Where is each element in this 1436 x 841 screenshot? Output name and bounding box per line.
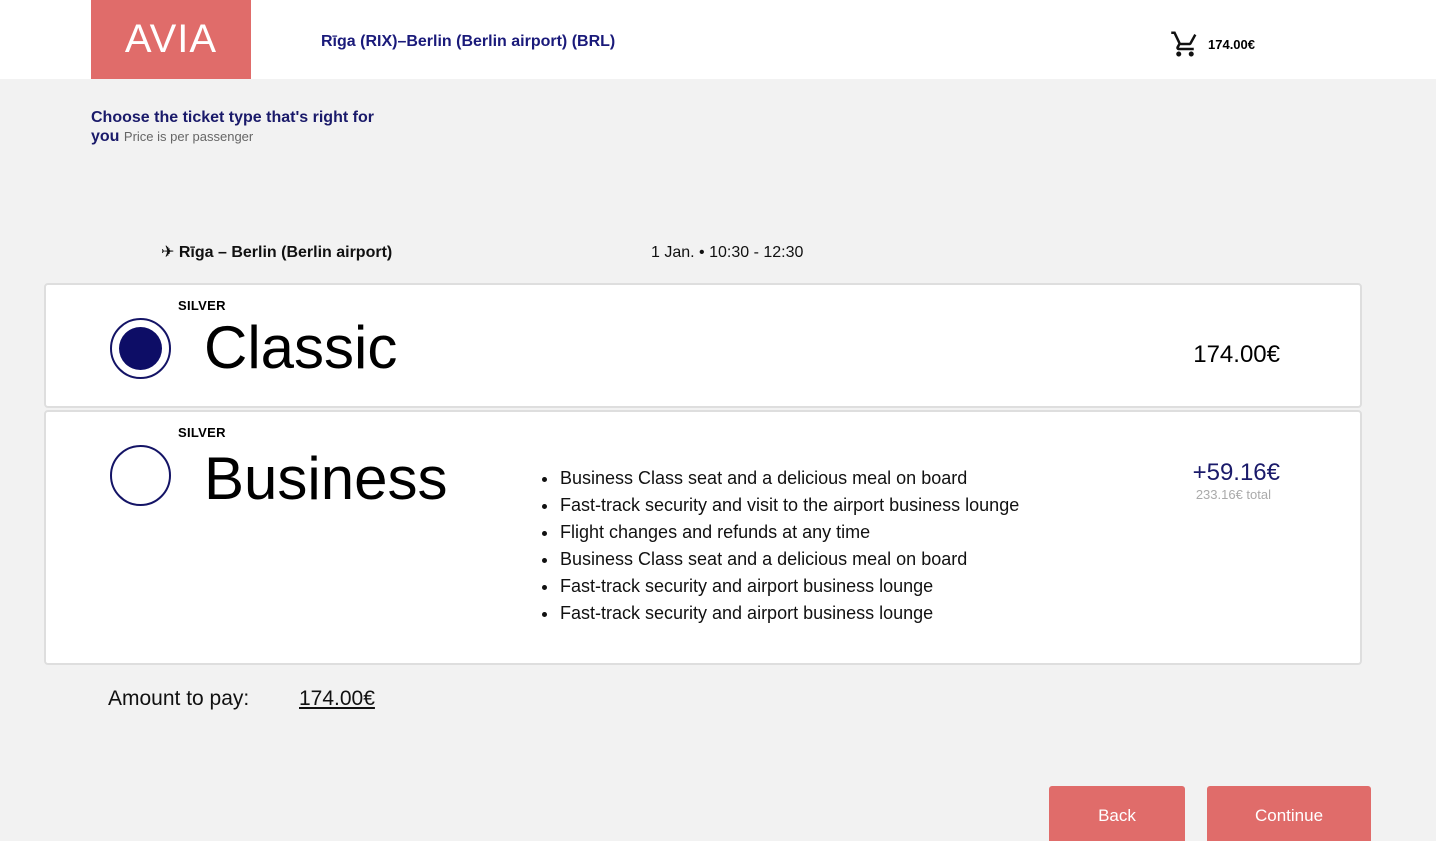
page-heading: Choose the ticket type that's right for … xyxy=(91,108,391,146)
fare-price-total: 233.16€ total xyxy=(1195,487,1271,502)
segment-route: Rīga – Berlin (Berlin airport) xyxy=(178,244,393,261)
back-button[interactable]: Back xyxy=(1049,786,1185,841)
radio-selected-dot xyxy=(119,327,162,370)
cart-icon[interactable] xyxy=(1170,29,1200,59)
segment-time: 1 Jan. • 10:30 - 12:30 xyxy=(651,244,804,261)
fare-features: Business Class seat and a delicious meal… xyxy=(540,465,1019,627)
fare-name: Classic xyxy=(204,314,398,381)
feature-item: Flight changes and refunds at any time xyxy=(540,519,1019,546)
fare-tier: SILVER xyxy=(178,298,226,313)
avia-logo[interactable]: AVIA xyxy=(91,0,251,79)
feature-item: Business Class seat and a delicious meal… xyxy=(540,546,1019,573)
feature-item: Fast-track security and visit to the air… xyxy=(540,492,1019,519)
feature-item: Fast-track security and airport business… xyxy=(540,600,1019,627)
price-note: Price is per passenger xyxy=(123,129,254,144)
radio-classic[interactable] xyxy=(110,318,171,379)
route-title: Rīga (RIX)–Berlin (Berlin airport) (BRL) xyxy=(321,33,616,50)
fare-price: 174.00€ xyxy=(1193,341,1280,368)
radio-business[interactable] xyxy=(110,445,171,506)
fare-price-difference: +59.16€ xyxy=(1192,459,1280,486)
top-bar: AVIA Rīga (RIX)–Berlin (Berlin airport) … xyxy=(0,0,1436,79)
amount-value[interactable]: 174.00€ xyxy=(299,687,375,711)
fare-option-classic[interactable]: SILVER Classic 174.00€ xyxy=(44,283,1362,408)
flight-segment: ✈ Rīga – Berlin (Berlin airport) xyxy=(161,242,392,262)
amount-label: Amount to pay: xyxy=(108,687,250,710)
fare-tier: SILVER xyxy=(178,425,226,440)
fare-name: Business xyxy=(204,445,448,512)
feature-item: Fast-track security and airport business… xyxy=(540,573,1019,600)
feature-item: Business Class seat and a delicious meal… xyxy=(540,465,1019,492)
cart-total: 174.00€ xyxy=(1208,37,1255,52)
plane-icon: ✈ xyxy=(161,244,175,261)
fare-option-business[interactable]: SILVER Business Business Class seat and … xyxy=(44,410,1362,665)
continue-button[interactable]: Continue xyxy=(1207,786,1371,841)
